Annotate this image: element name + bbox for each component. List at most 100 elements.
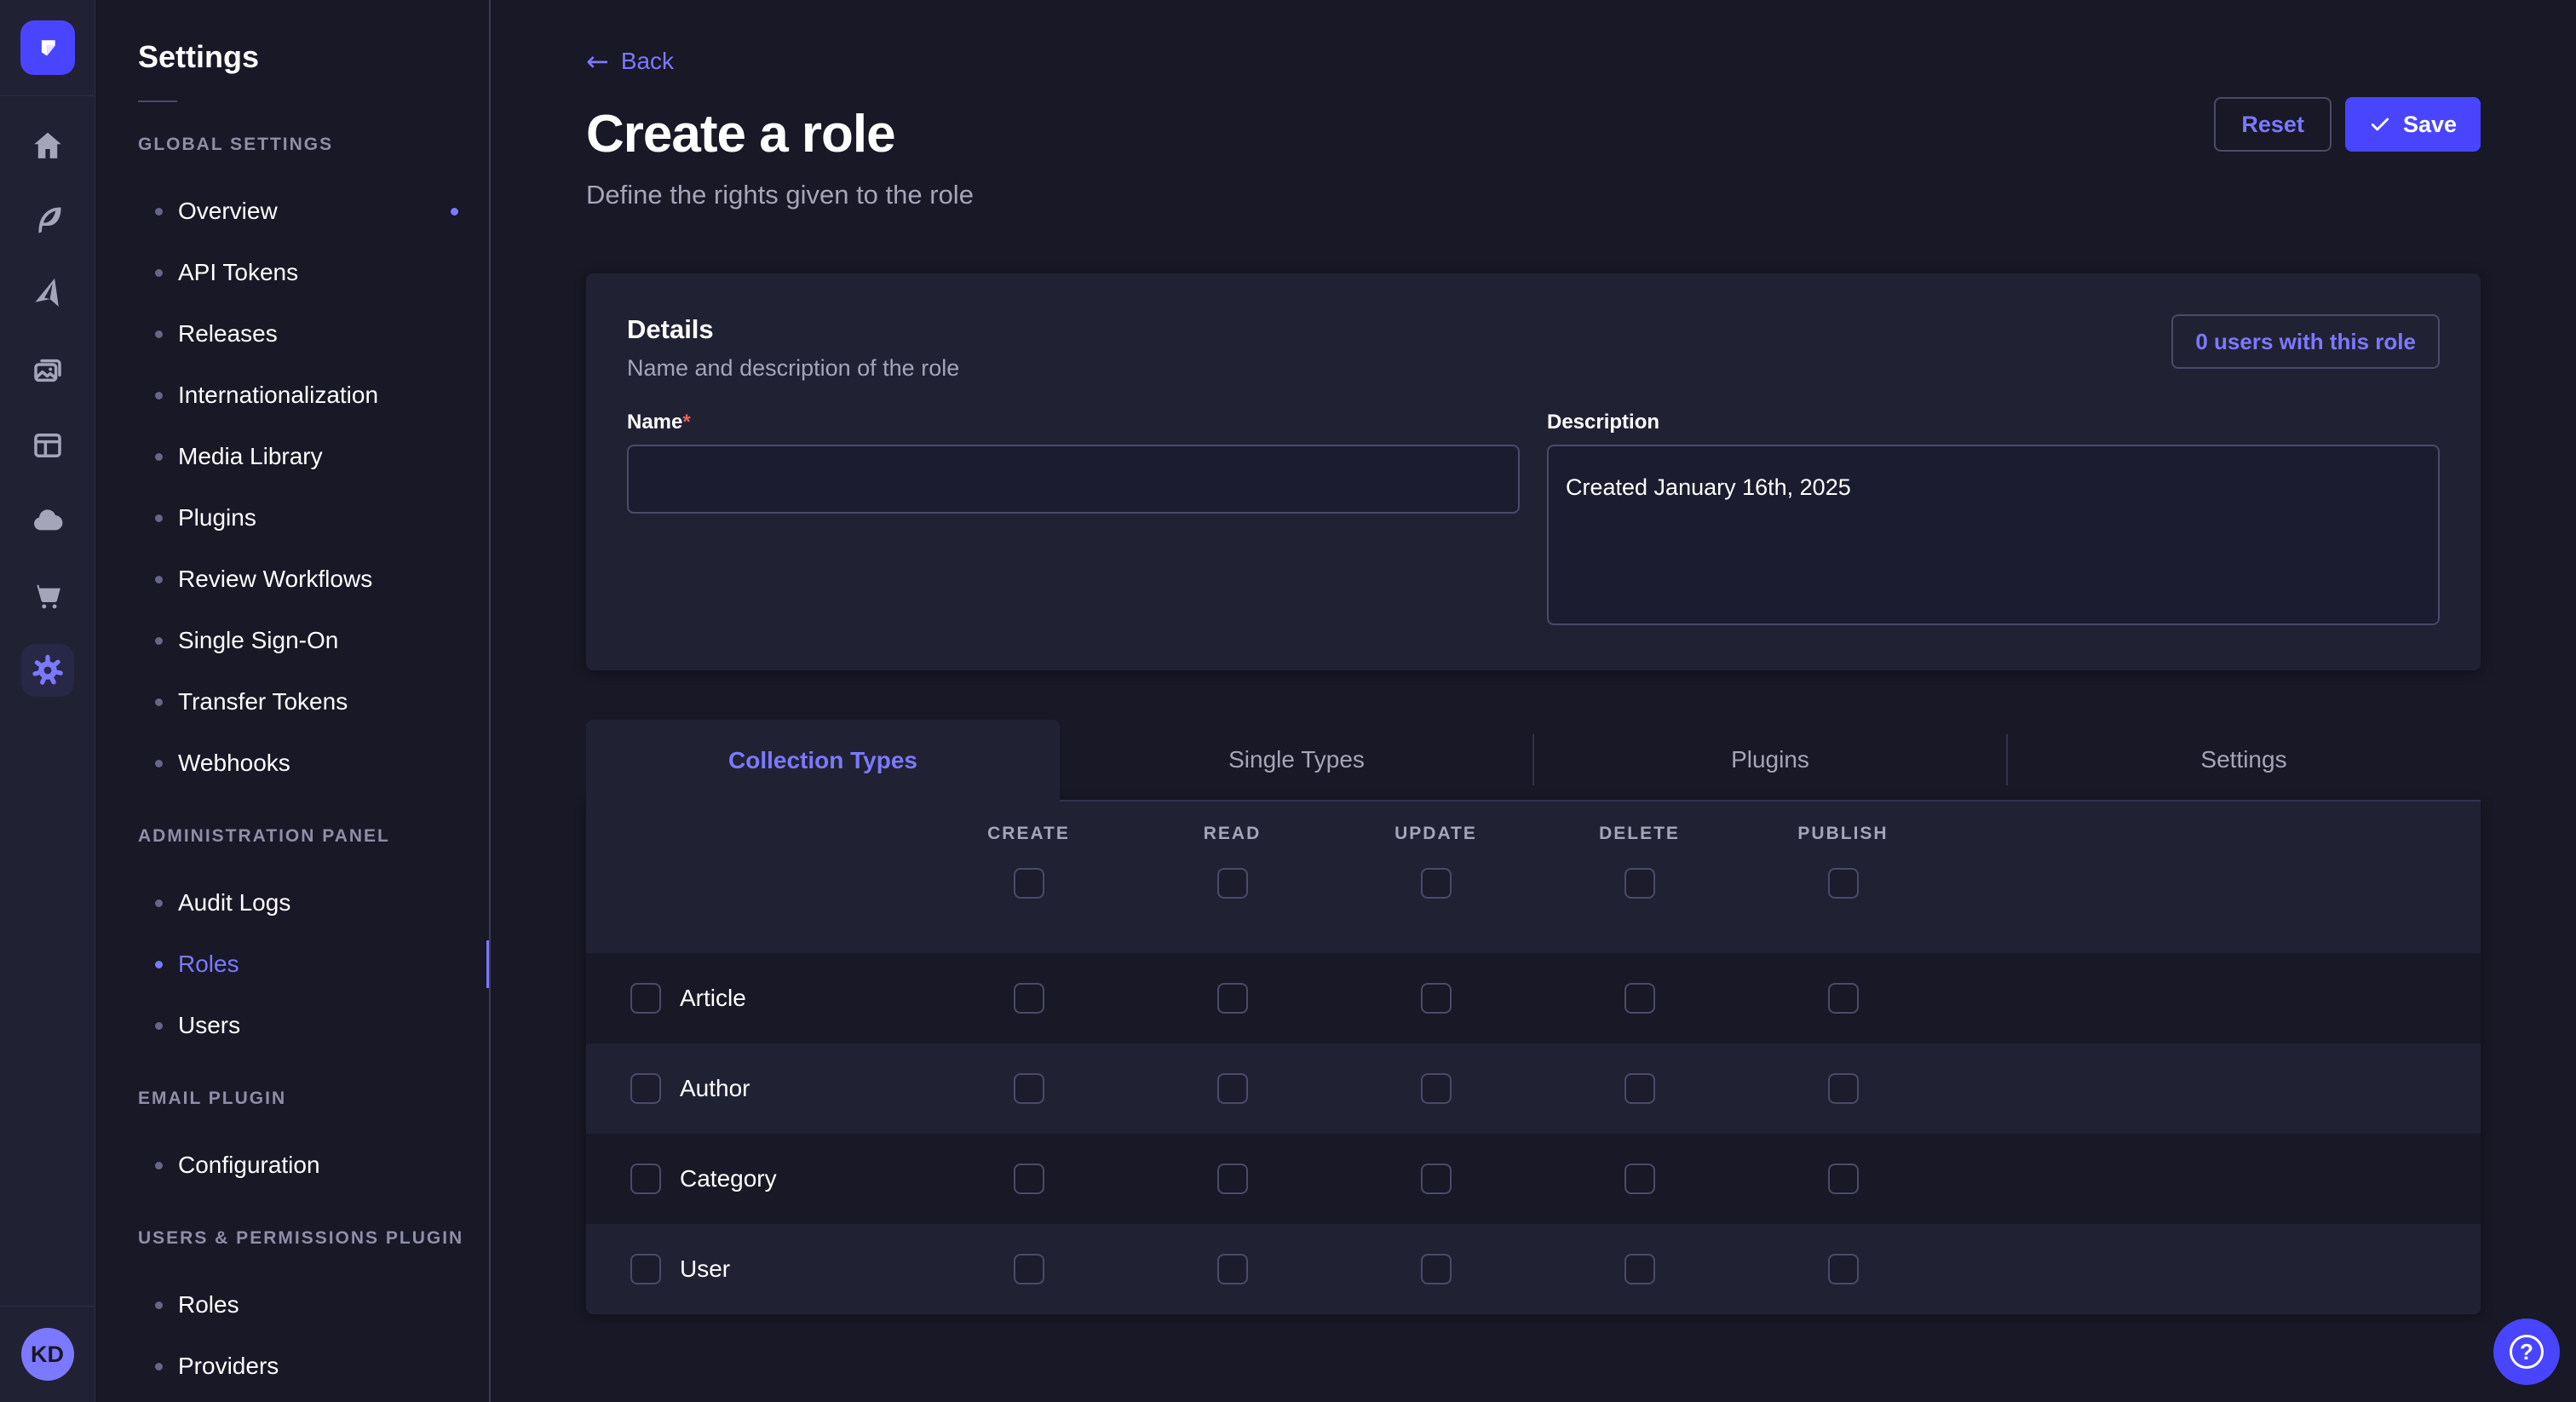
user-read-checkbox[interactable]	[1217, 1254, 1248, 1284]
permissions-table: CREATE READ UPDATE DELETE PUBLISH	[586, 802, 2481, 1314]
category-delete-checkbox[interactable]	[1624, 1164, 1655, 1194]
page-subtitle: Define the rights given to the role	[586, 180, 2481, 210]
permissions-section: Collection Types Single Types Plugins Se…	[586, 720, 2481, 1314]
tab-settings[interactable]: Settings	[2007, 720, 2481, 802]
article-update-checkbox[interactable]	[1421, 983, 1452, 1014]
settings-subnav: Settings GLOBAL SETTINGS Overview API To…	[95, 0, 491, 1402]
subnav-item-media-library[interactable]: Media Library	[95, 426, 489, 487]
row-label: Author	[680, 1075, 750, 1102]
subnav-item-api-tokens[interactable]: API Tokens	[95, 242, 489, 303]
users-with-role-button[interactable]: 0 users with this role	[2171, 314, 2440, 369]
subnav-item-label: Plugins	[178, 504, 256, 531]
category-row-checkbox[interactable]	[630, 1164, 661, 1194]
subnav-item-providers[interactable]: Providers	[95, 1336, 489, 1397]
help-button[interactable]: ?	[2493, 1319, 2560, 1385]
subnav-item-plugins[interactable]: Plugins	[95, 487, 489, 549]
nav-content-manager[interactable]	[0, 183, 95, 258]
cloud-icon	[30, 503, 66, 538]
category-publish-checkbox[interactable]	[1828, 1164, 1859, 1194]
subnav-item-releases[interactable]: Releases	[95, 303, 489, 365]
bullet-icon	[155, 208, 163, 215]
gear-icon	[30, 652, 66, 688]
subnav-item-label: Providers	[178, 1353, 279, 1380]
nav-releases[interactable]	[0, 258, 95, 333]
select-all-create-checkbox[interactable]	[1014, 868, 1044, 899]
subnav-item-single-sign-on[interactable]: Single Sign-On	[95, 610, 489, 671]
subnav-item-label: Internationalization	[178, 382, 378, 409]
subnav-item-webhooks[interactable]: Webhooks	[95, 733, 489, 794]
user-delete-checkbox[interactable]	[1624, 1254, 1655, 1284]
tab-collection-types[interactable]: Collection Types	[586, 720, 1060, 802]
nav-media-library[interactable]	[0, 333, 95, 408]
category-read-checkbox[interactable]	[1217, 1164, 1248, 1194]
subnav-item-internationalization[interactable]: Internationalization	[95, 365, 489, 426]
layout-icon	[30, 428, 66, 463]
bullet-icon	[155, 760, 163, 767]
description-textarea[interactable]: Created January 16th, 2025	[1547, 445, 2440, 625]
category-create-checkbox[interactable]	[1014, 1164, 1044, 1194]
subnav-item-users[interactable]: Users	[95, 995, 489, 1056]
subnav-item-review-workflows[interactable]: Review Workflows	[95, 549, 489, 610]
details-subtitle: Name and description of the role	[627, 355, 2440, 382]
subnav-item-label: Review Workflows	[178, 566, 372, 593]
author-row-checkbox[interactable]	[630, 1073, 661, 1104]
author-read-checkbox[interactable]	[1217, 1073, 1248, 1104]
subnav-item-label: API Tokens	[178, 259, 298, 286]
user-row-checkbox[interactable]	[630, 1254, 661, 1284]
subnav-item-audit-logs[interactable]: Audit Logs	[95, 872, 489, 934]
select-all-delete-checkbox[interactable]	[1624, 868, 1655, 899]
page-title: Create a role	[586, 104, 2481, 164]
back-link[interactable]: ← Back	[586, 48, 674, 75]
column-delete: DELETE	[1538, 824, 1741, 953]
section-heading-administration-panel: ADMINISTRATION PANEL	[95, 806, 489, 867]
tab-single-types[interactable]: Single Types	[1060, 720, 1533, 802]
feather-icon	[30, 203, 66, 238]
name-input[interactable]	[627, 445, 1520, 514]
article-delete-checkbox[interactable]	[1624, 983, 1655, 1014]
user-update-checkbox[interactable]	[1421, 1254, 1452, 1284]
subnav-item-configuration[interactable]: Configuration	[95, 1135, 489, 1196]
subnav-item-roles-admin[interactable]: Roles	[95, 934, 489, 995]
details-card: Details Name and description of the role…	[586, 273, 2481, 670]
user-avatar[interactable]: KD	[21, 1328, 74, 1381]
subnav-item-label: Audit Logs	[178, 889, 290, 916]
article-row-checkbox[interactable]	[630, 983, 661, 1014]
reset-button[interactable]: Reset	[2214, 97, 2332, 152]
author-delete-checkbox[interactable]	[1624, 1073, 1655, 1104]
tab-plugins[interactable]: Plugins	[1533, 720, 2007, 802]
subnav-item-label: Roles	[178, 1291, 239, 1319]
user-create-checkbox[interactable]	[1014, 1254, 1044, 1284]
nav-settings[interactable]	[0, 633, 95, 708]
select-all-read-checkbox[interactable]	[1217, 868, 1248, 899]
home-icon	[30, 128, 66, 164]
strapi-logo[interactable]	[20, 20, 75, 75]
column-update: UPDATE	[1334, 824, 1538, 953]
user-publish-checkbox[interactable]	[1828, 1254, 1859, 1284]
nav-deploy[interactable]	[0, 483, 95, 558]
nav-home[interactable]	[0, 108, 95, 183]
back-label: Back	[621, 48, 674, 75]
main-content: ← Back Create a role Define the rights g…	[491, 0, 2576, 1402]
subnav-item-overview[interactable]: Overview	[95, 181, 489, 242]
column-create: CREATE	[927, 824, 1130, 953]
bullet-icon	[155, 453, 163, 461]
subnav-item-roles-up[interactable]: Roles	[95, 1274, 489, 1336]
select-all-publish-checkbox[interactable]	[1828, 868, 1859, 899]
article-read-checkbox[interactable]	[1217, 983, 1248, 1014]
permissions-table-header: CREATE READ UPDATE DELETE PUBLISH	[586, 802, 2481, 953]
bullet-icon	[155, 1301, 163, 1309]
article-create-checkbox[interactable]	[1014, 983, 1044, 1014]
nav-marketplace[interactable]	[0, 558, 95, 633]
nav-content-type-builder[interactable]	[0, 408, 95, 483]
author-publish-checkbox[interactable]	[1828, 1073, 1859, 1104]
author-create-checkbox[interactable]	[1014, 1073, 1044, 1104]
select-all-update-checkbox[interactable]	[1421, 868, 1452, 899]
description-field-group: Description Created January 16th, 2025	[1547, 411, 2440, 629]
details-title: Details	[627, 314, 2440, 345]
author-update-checkbox[interactable]	[1421, 1073, 1452, 1104]
subnav-item-transfer-tokens[interactable]: Transfer Tokens	[95, 671, 489, 733]
category-update-checkbox[interactable]	[1421, 1164, 1452, 1194]
save-button[interactable]: Save	[2345, 97, 2481, 152]
back-arrow-icon: ←	[586, 48, 609, 75]
article-publish-checkbox[interactable]	[1828, 983, 1859, 1014]
